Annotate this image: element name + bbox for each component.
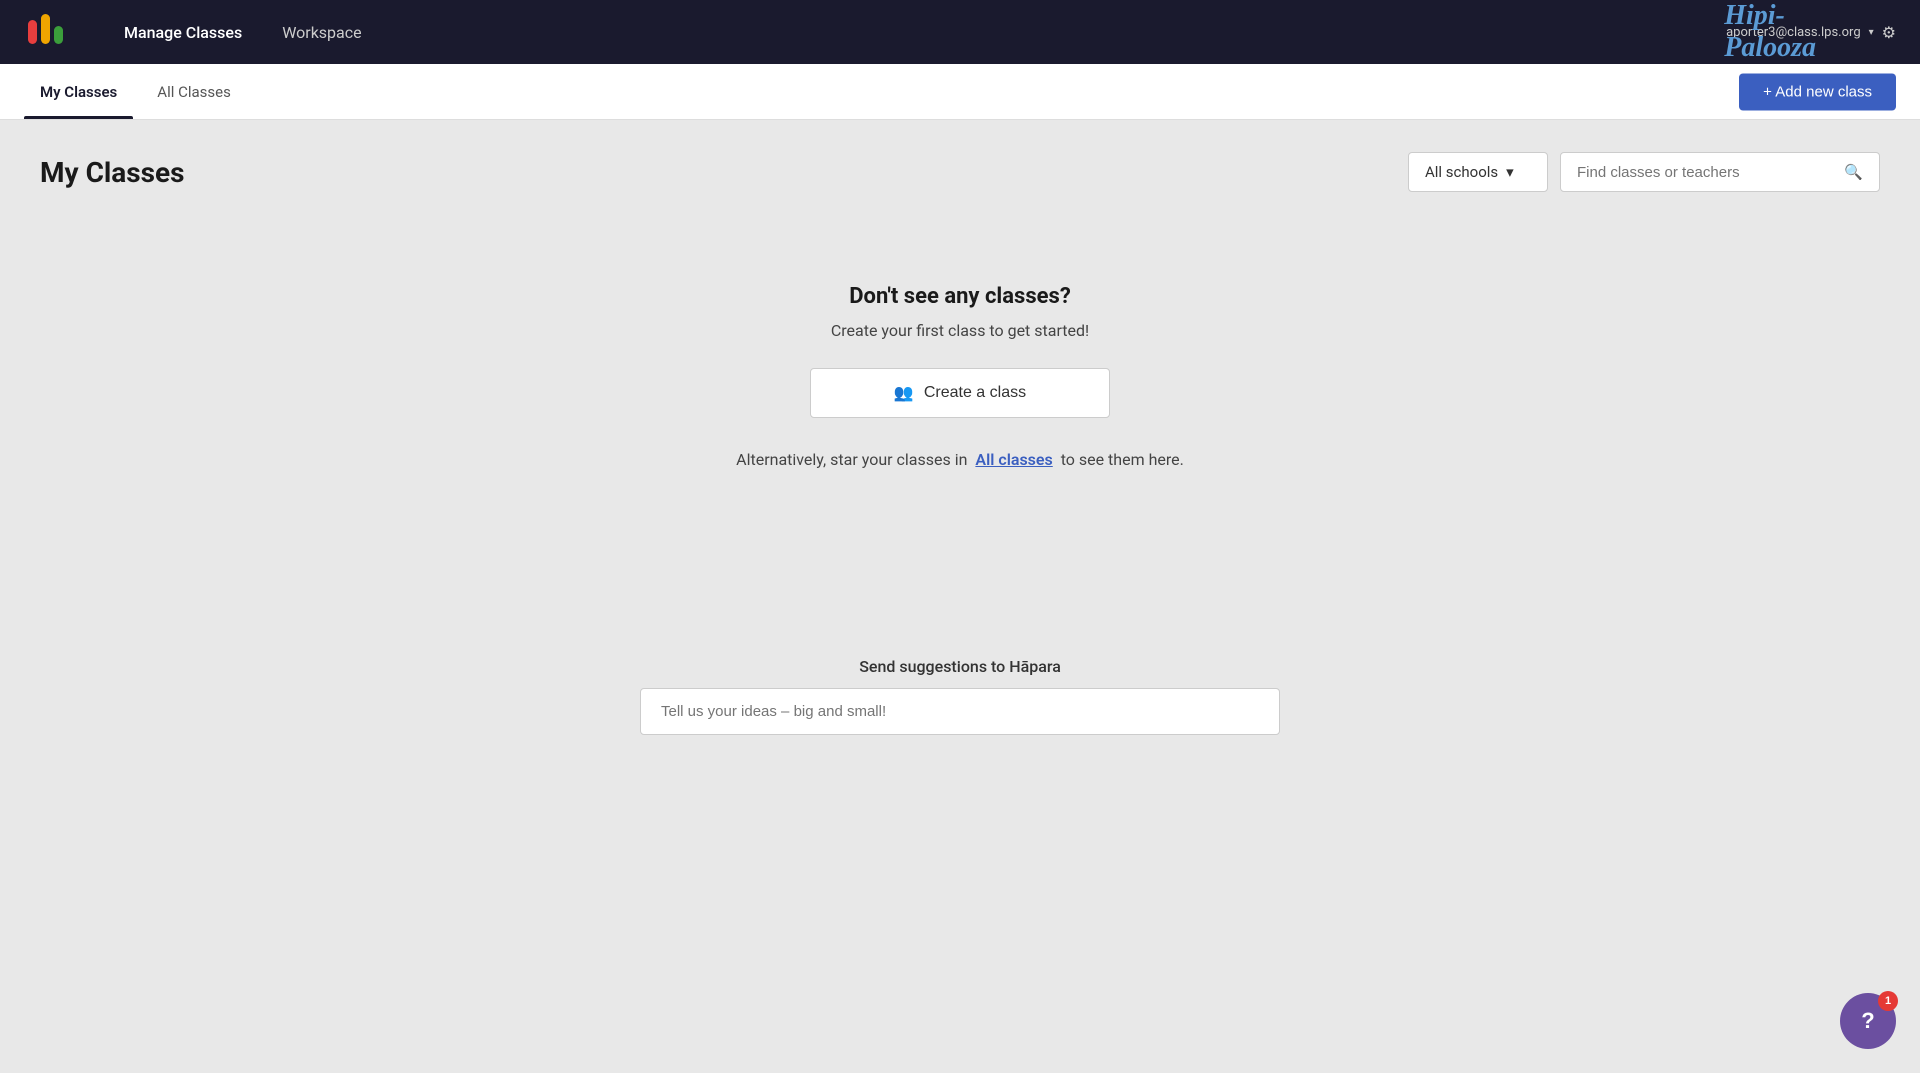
help-badge: 1: [1878, 991, 1898, 1011]
empty-state-heading: Don't see any classes?: [849, 284, 1071, 309]
group-icon: 👥: [894, 383, 914, 403]
create-class-label: Create a class: [924, 384, 1026, 402]
search-box[interactable]: 🔍: [1560, 152, 1880, 192]
nav-links: Manage Classes Workspace: [108, 15, 378, 50]
schools-dropdown[interactable]: All schools ▾: [1408, 152, 1548, 192]
all-classes-link[interactable]: All classes: [975, 450, 1052, 469]
tab-all-classes[interactable]: All Classes: [141, 64, 247, 119]
brand-name: Hipi-Palooza: [1724, 0, 1816, 64]
chevron-down-icon: ▾: [1506, 163, 1514, 181]
logo-area[interactable]: [24, 10, 68, 54]
alt-text-prefix: Alternatively, star your classes in: [736, 450, 967, 469]
navbar-right: aporter3@class.lps.org ▾ ⚙ Hipi-Palooza: [1726, 23, 1896, 42]
tabs-bar: My Classes All Classes + Add new class: [0, 64, 1920, 120]
empty-state: Don't see any classes? Create your first…: [40, 224, 1880, 537]
create-class-button[interactable]: 👥 Create a class: [810, 368, 1110, 418]
search-icon[interactable]: 🔍: [1844, 163, 1863, 181]
nav-workspace[interactable]: Workspace: [266, 15, 377, 50]
user-dropdown-icon[interactable]: ▾: [1869, 27, 1874, 38]
gear-icon[interactable]: ⚙: [1882, 23, 1896, 42]
tab-my-classes[interactable]: My Classes: [24, 64, 133, 119]
navbar: Manage Classes Workspace aporter3@class.…: [0, 0, 1920, 64]
filters-area: All schools ▾ 🔍: [1408, 152, 1880, 192]
suggestions-section: Send suggestions to Hāpara: [40, 657, 1880, 735]
hapara-logo-icon: [24, 10, 68, 54]
nav-manage-classes[interactable]: Manage Classes: [108, 15, 258, 50]
help-button[interactable]: 1 ?: [1840, 993, 1896, 1049]
question-icon: ?: [1861, 1008, 1874, 1034]
page-header: My Classes All schools ▾ 🔍: [40, 152, 1880, 192]
search-input[interactable]: [1577, 164, 1836, 181]
schools-dropdown-label: All schools: [1425, 163, 1498, 181]
page-title: My Classes: [40, 156, 185, 189]
suggestions-input[interactable]: [640, 688, 1280, 735]
add-new-class-button[interactable]: + Add new class: [1739, 73, 1896, 110]
empty-state-subtext: Create your first class to get started!: [831, 321, 1089, 340]
alt-text-suffix: to see them here.: [1061, 450, 1184, 469]
main-content: My Classes All schools ▾ 🔍 Don't see any…: [0, 120, 1920, 1073]
alt-text: Alternatively, star your classes in All …: [736, 450, 1184, 469]
suggestions-title: Send suggestions to Hāpara: [859, 657, 1061, 676]
